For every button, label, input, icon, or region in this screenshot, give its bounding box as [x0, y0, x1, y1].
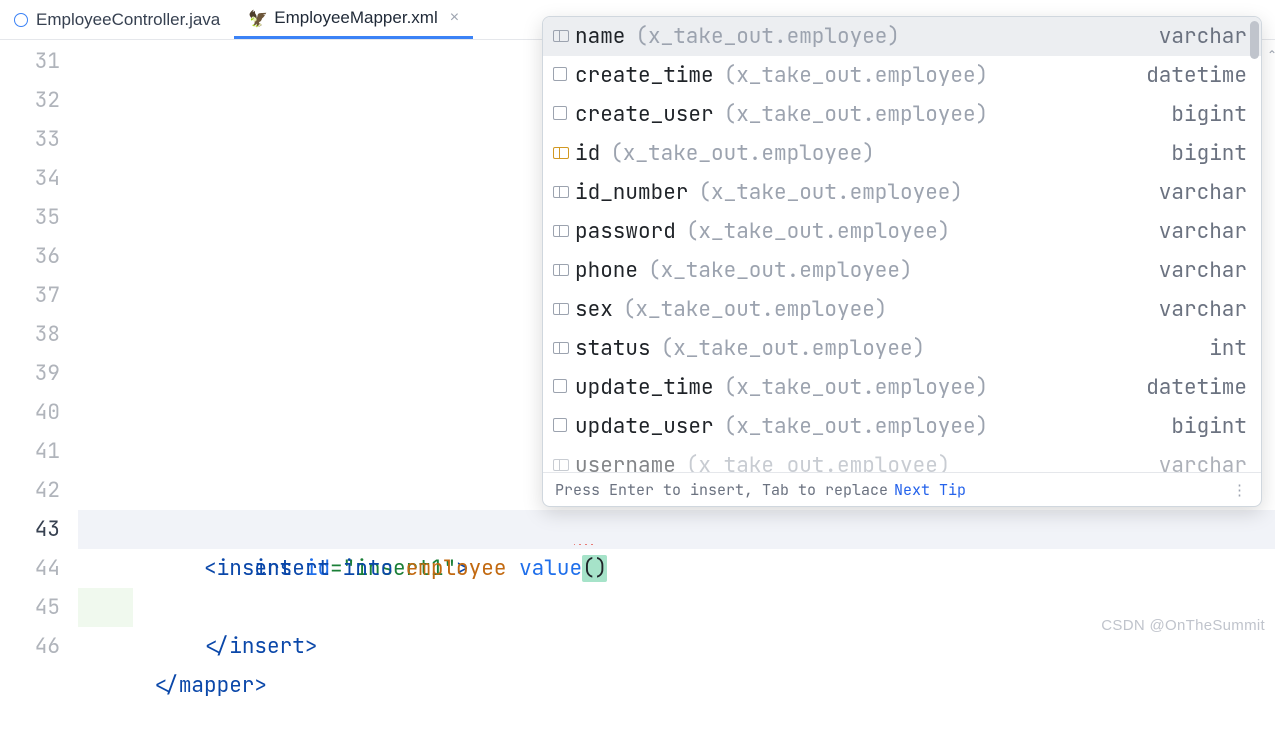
item-namespace: (x_take_out.employee) [724, 62, 1147, 89]
code-area[interactable]: <insert id="insert1"> insert into employ… [78, 40, 1275, 640]
item-name: create_time [575, 62, 714, 89]
autocomplete-item[interactable]: password (x_take_out.employee)varchar [543, 212, 1261, 251]
item-name: name [575, 23, 625, 50]
item-name: status [575, 335, 651, 362]
autocomplete-item[interactable]: create_time (x_take_out.employee)datetime [543, 56, 1261, 95]
item-type: varchar [1159, 218, 1247, 245]
item-type: varchar [1159, 296, 1247, 323]
code-editor[interactable]: 313233343536 373839404142 43444546 <inse… [0, 40, 1275, 640]
autocomplete-item[interactable]: update_user (x_take_out.employee)bigint [543, 407, 1261, 446]
item-type: varchar [1159, 452, 1247, 472]
item-namespace: (x_take_out.employee) [724, 413, 1172, 440]
column-icon [553, 182, 575, 204]
close-icon[interactable]: × [450, 9, 459, 27]
item-name: update_user [575, 413, 714, 440]
field-box-icon [553, 104, 575, 126]
item-namespace: (x_take_out.employee) [724, 374, 1147, 401]
item-namespace: (x_take_out.employee) [623, 296, 1159, 323]
tab-label: EmployeeController.java [36, 10, 220, 30]
tab-label: EmployeeMapper.xml [274, 8, 437, 28]
item-namespace: (x_take_out.employee) [686, 218, 1159, 245]
column-icon [553, 338, 575, 360]
column-icon [553, 299, 575, 321]
item-type: varchar [1159, 257, 1247, 284]
field-box-icon [553, 377, 575, 399]
field-box-icon [553, 65, 575, 87]
scroll-up-icon[interactable]: ⌃ [1267, 48, 1275, 62]
code-line-44[interactable]: </insert> [78, 549, 1275, 588]
popup-scrollbar-thumb[interactable] [1250, 21, 1259, 59]
item-name: sex [575, 296, 613, 323]
item-type: datetime [1146, 62, 1247, 89]
item-namespace: (x_take_out.employee) [698, 179, 1158, 206]
autocomplete-item[interactable]: name (x_take_out.employee)varchar [543, 17, 1261, 56]
tab-employee-controller[interactable]: EmployeeController.java [0, 0, 234, 39]
item-namespace: (x_take_out.employee) [661, 335, 1210, 362]
item-type: datetime [1146, 374, 1247, 401]
item-namespace: (x_take_out.employee) [648, 257, 1159, 284]
autocomplete-item[interactable]: id_number (x_take_out.employee)varchar [543, 173, 1261, 212]
autocomplete-popup: name(x_take_out.employee)varcharcreate_t… [542, 16, 1262, 507]
popup-footer: Press Enter to insert, Tab to replace Ne… [543, 472, 1261, 506]
xml-file-icon [248, 9, 266, 27]
line-gutter: 313233343536 373839404142 43444546 [0, 40, 78, 640]
item-type: bigint [1171, 413, 1247, 440]
java-file-icon [14, 13, 28, 27]
item-name: phone [575, 257, 638, 284]
item-name: id [575, 140, 600, 167]
item-name: id_number [575, 179, 688, 206]
autocomplete-item[interactable]: update_time (x_take_out.employee)datetime [543, 368, 1261, 407]
watermark-text: CSDN @OnTheSummit [1101, 617, 1265, 634]
autocomplete-item[interactable]: id (x_take_out.employee)bigint [543, 134, 1261, 173]
column-icon [553, 455, 575, 473]
item-name: update_time [575, 374, 714, 401]
autocomplete-item[interactable]: sex (x_take_out.employee)varchar [543, 290, 1261, 329]
item-type: bigint [1171, 101, 1247, 128]
autocomplete-item[interactable]: create_user (x_take_out.employee)bigint [543, 95, 1261, 134]
item-namespace: (x_take_out.employee) [724, 101, 1172, 128]
field-box-icon [553, 416, 575, 438]
popup-more-icon[interactable]: ⋮ [1232, 480, 1249, 500]
column-icon [553, 260, 575, 282]
item-name: password [575, 218, 676, 245]
item-namespace: (x_take_out.employee) [635, 23, 1158, 50]
item-type: varchar [1159, 179, 1247, 206]
next-tip-link[interactable]: Next Tip [894, 480, 966, 500]
editor-scrollbar[interactable]: ⌃ [1267, 48, 1275, 78]
item-namespace: (x_take_out.employee) [610, 140, 1171, 167]
column-icon [553, 221, 575, 243]
tab-employee-mapper[interactable]: EmployeeMapper.xml × [234, 0, 473, 39]
code-line-43[interactable]: insert into employee value() [78, 510, 1275, 549]
item-type: bigint [1171, 140, 1247, 167]
autocomplete-item[interactable]: phone (x_take_out.employee)varchar [543, 251, 1261, 290]
column-icon [553, 26, 575, 48]
item-namespace: (x_take_out.employee) [686, 452, 1159, 472]
item-name: create_user [575, 101, 714, 128]
primary-key-icon [553, 143, 575, 165]
item-name: username [575, 452, 676, 472]
autocomplete-item[interactable]: username (x_take_out.employee)varchar [543, 446, 1261, 472]
autocomplete-item[interactable]: status (x_take_out.employee)int [543, 329, 1261, 368]
popup-hint-text: Press Enter to insert, Tab to replace [555, 480, 888, 500]
item-type: varchar [1159, 23, 1247, 50]
item-type: int [1209, 335, 1247, 362]
code-line-46[interactable]: </mapper> [78, 627, 1275, 666]
